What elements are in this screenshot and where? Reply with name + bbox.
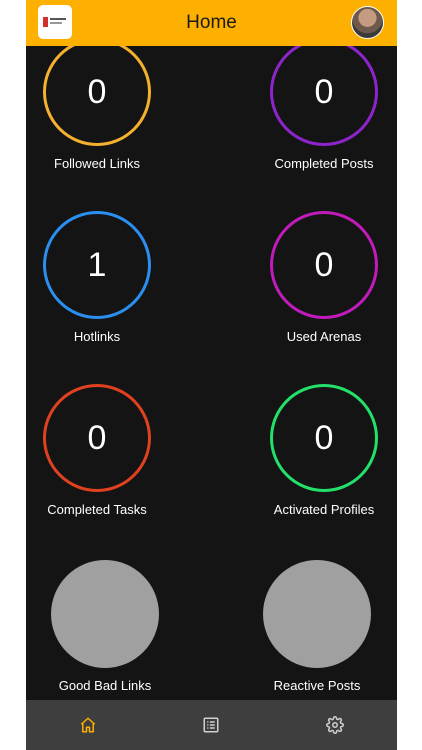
stat-label: Activated Profiles: [273, 502, 375, 517]
stat-label: Reactive Posts: [273, 678, 361, 693]
stat-completed-tasks[interactable]: 0 Completed Tasks: [26, 384, 187, 517]
stat-label: Completed Posts: [274, 156, 374, 171]
app-header: Home: [26, 0, 397, 46]
nav-list[interactable]: [191, 705, 231, 745]
stat-hotlinks[interactable]: 1 Hotlinks: [26, 211, 187, 344]
avatar[interactable]: [351, 6, 384, 39]
stat-ring: 0: [270, 211, 378, 319]
stat-label: Hotlinks: [73, 329, 121, 344]
stat-reactive-posts[interactable]: Reactive Posts: [227, 560, 397, 693]
stat-activated-profiles[interactable]: 0 Activated Profiles: [234, 384, 397, 517]
page-title: Home: [186, 12, 237, 33]
stat-completed-posts[interactable]: 0 Completed Posts: [234, 38, 397, 171]
stat-ring: 0: [270, 384, 378, 492]
stat-label: Completed Tasks: [47, 502, 147, 517]
stat-label: Used Arenas: [286, 329, 362, 344]
stats-grid: 0 Followed Links 0 Completed Posts 1 Hot…: [26, 0, 397, 700]
gear-icon: [326, 716, 345, 734]
stat-ring: 0: [270, 38, 378, 146]
stat-followed-links[interactable]: 0 Followed Links: [26, 38, 187, 171]
nav-home[interactable]: [68, 705, 108, 745]
stat-label: Good Bad Links: [58, 678, 152, 693]
stat-good-bad-links[interactable]: Good Bad Links: [26, 560, 195, 693]
stat-placeholder-disc: [51, 560, 159, 668]
app-screen: Home 0 Followed Links 0 Completed Posts …: [26, 0, 397, 750]
nav-settings[interactable]: [315, 705, 355, 745]
stat-placeholder-disc: [263, 560, 371, 668]
stat-ring: 1: [43, 211, 151, 319]
bottom-nav: [26, 700, 397, 750]
stat-used-arenas[interactable]: 0 Used Arenas: [234, 211, 397, 344]
stat-ring: 0: [43, 384, 151, 492]
list-icon: [203, 717, 219, 733]
stat-ring: 0: [43, 38, 151, 146]
stat-label: Followed Links: [54, 156, 140, 171]
home-icon: [80, 717, 96, 733]
app-logo[interactable]: [38, 5, 72, 39]
